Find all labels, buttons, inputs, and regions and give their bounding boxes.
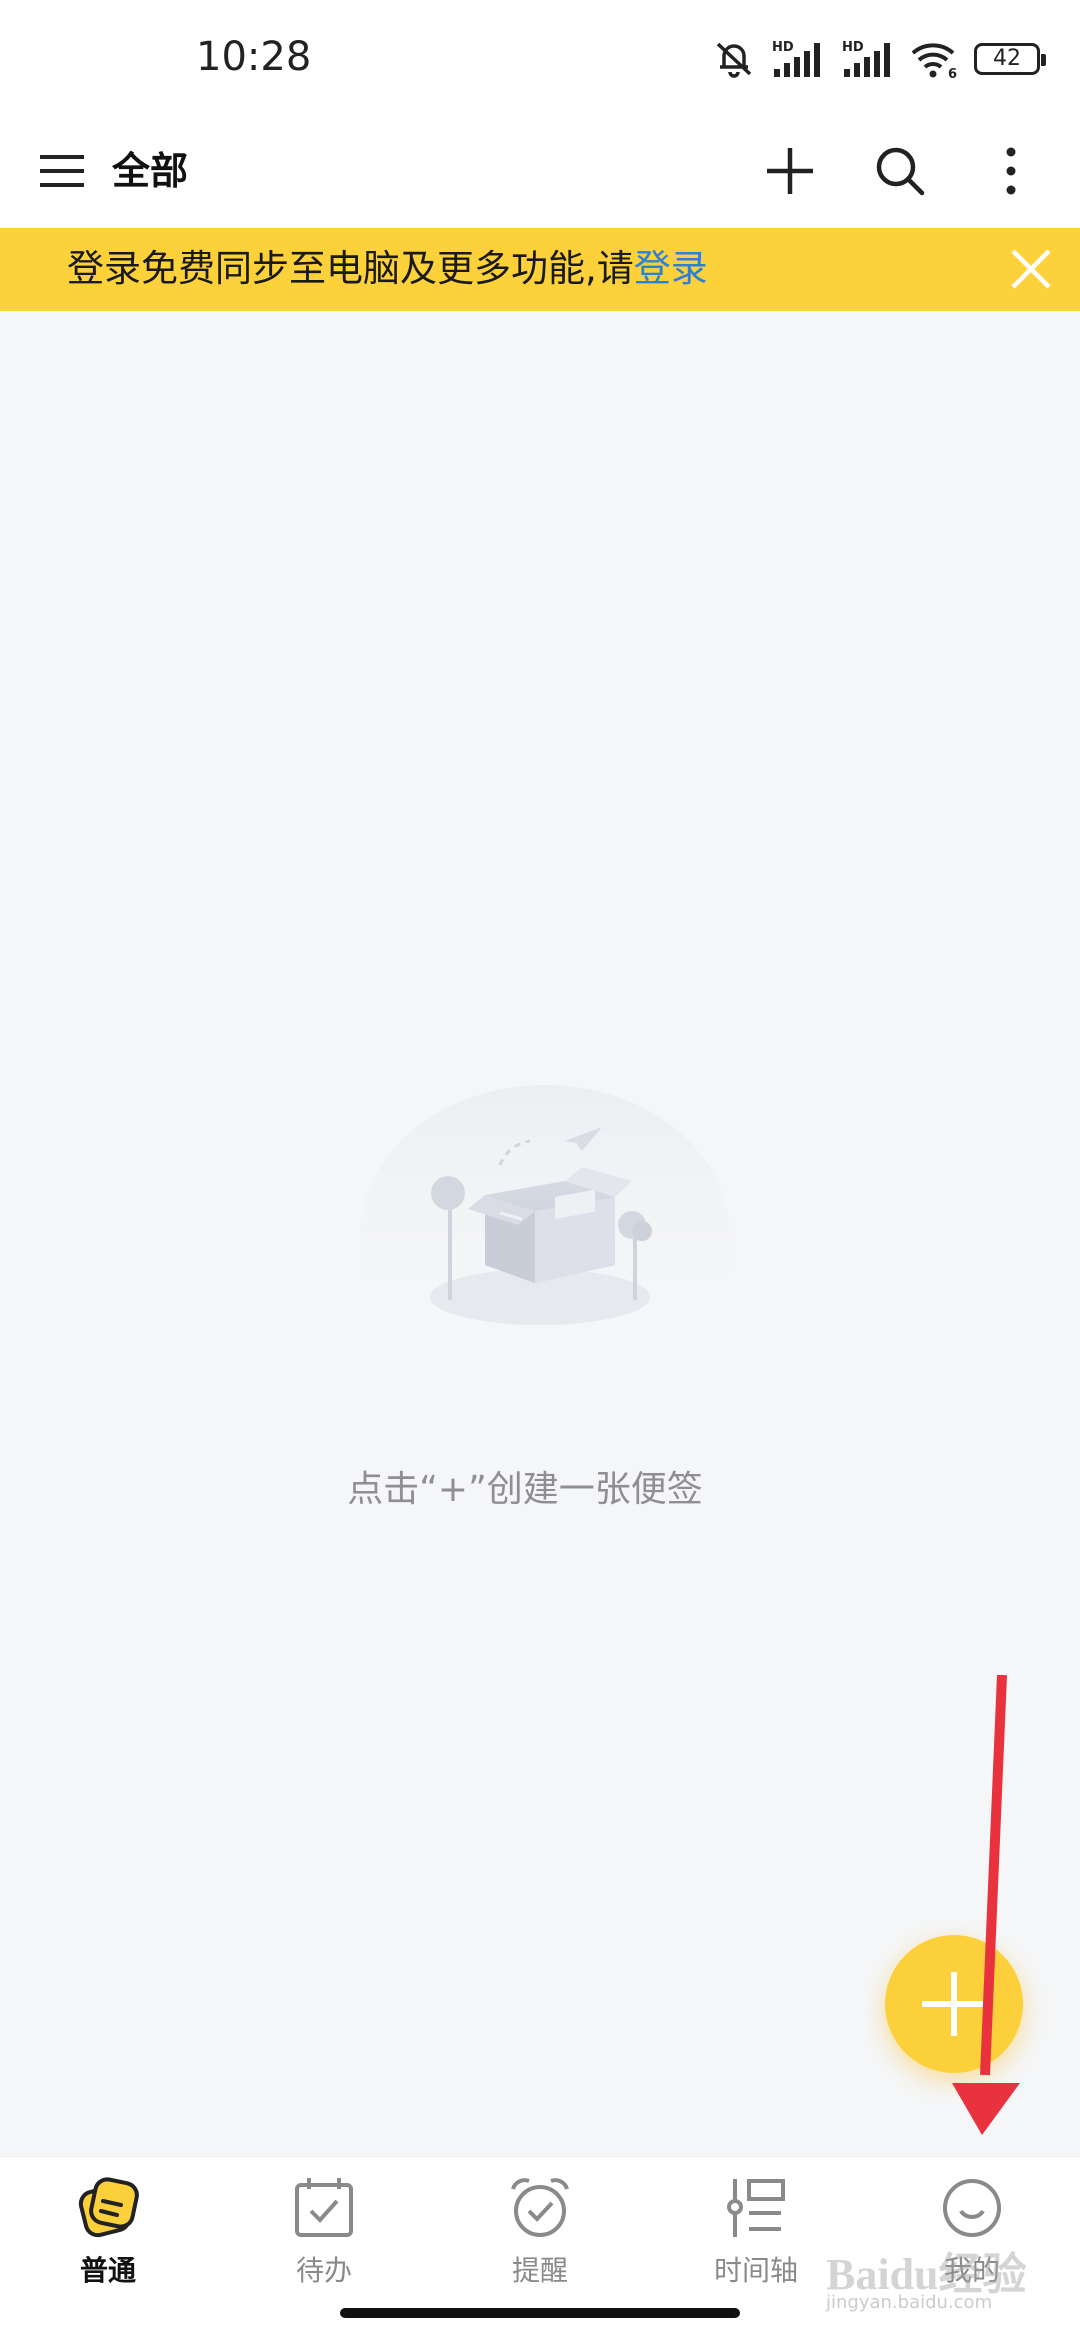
wifi-6-icon: 6: [911, 43, 957, 79]
search-icon: [876, 147, 925, 196]
watermark-url: jingyan.baidu.com: [826, 2292, 993, 2313]
menu-button[interactable]: [38, 141, 86, 201]
timeline-icon: [727, 2179, 785, 2237]
search-button[interactable]: [862, 133, 938, 209]
nav-item-todo[interactable]: 待办: [216, 2173, 432, 2293]
signal-hd-icon: HD: [842, 40, 890, 77]
red-arrow-annotation: [952, 1675, 1020, 2135]
nav-label-todo: 待办: [295, 2254, 352, 2287]
smiley-icon: [943, 2179, 1001, 2237]
nav-item-reminder[interactable]: 提醒: [432, 2173, 648, 2293]
login-banner: 登录免费同步至电脑及更多功能,请登录: [0, 228, 1080, 311]
close-icon: [1011, 249, 1051, 289]
add-button[interactable]: [752, 133, 828, 209]
status-bar: 10:28 HD HD 6 42: [0, 0, 1080, 115]
banner-close-button[interactable]: [1000, 238, 1062, 300]
svg-text:6: 6: [948, 67, 957, 79]
alarm-clock-icon: [511, 2178, 569, 2237]
banner-message: 登录免费同步至电脑及更多功能,请: [67, 247, 634, 290]
battery-icon: 42: [974, 43, 1046, 75]
status-time: 10:28: [196, 34, 312, 80]
signal-hd-icon: HD: [772, 40, 820, 77]
calendar-check-icon: [295, 2178, 353, 2237]
plus-icon: [767, 148, 813, 194]
notes-icon: [78, 2177, 139, 2238]
login-link[interactable]: 登录: [634, 247, 708, 290]
more-button[interactable]: [973, 133, 1049, 209]
home-indicator[interactable]: [340, 2308, 740, 2318]
nav-label-reminder: 提醒: [511, 2254, 568, 2287]
more-vertical-icon: [1006, 147, 1016, 195]
empty-state-message: 点击“+”创建一张便签: [347, 1469, 703, 1510]
nav-item-normal[interactable]: 普通: [0, 2173, 216, 2293]
mute-icon: [716, 42, 752, 78]
svg-text:HD: HD: [772, 40, 794, 55]
page-title[interactable]: 全部: [112, 135, 188, 207]
svg-text:HD: HD: [842, 40, 864, 55]
status-icons: HD HD 6 42: [712, 36, 1046, 82]
app-bar: 全部: [0, 115, 1080, 228]
menu-icon: [40, 155, 84, 187]
nav-label-normal: 普通: [79, 2254, 136, 2287]
banner-text: 登录免费同步至电脑及更多功能,请登录: [67, 242, 708, 296]
empty-box-illustration: [360, 1085, 730, 1345]
